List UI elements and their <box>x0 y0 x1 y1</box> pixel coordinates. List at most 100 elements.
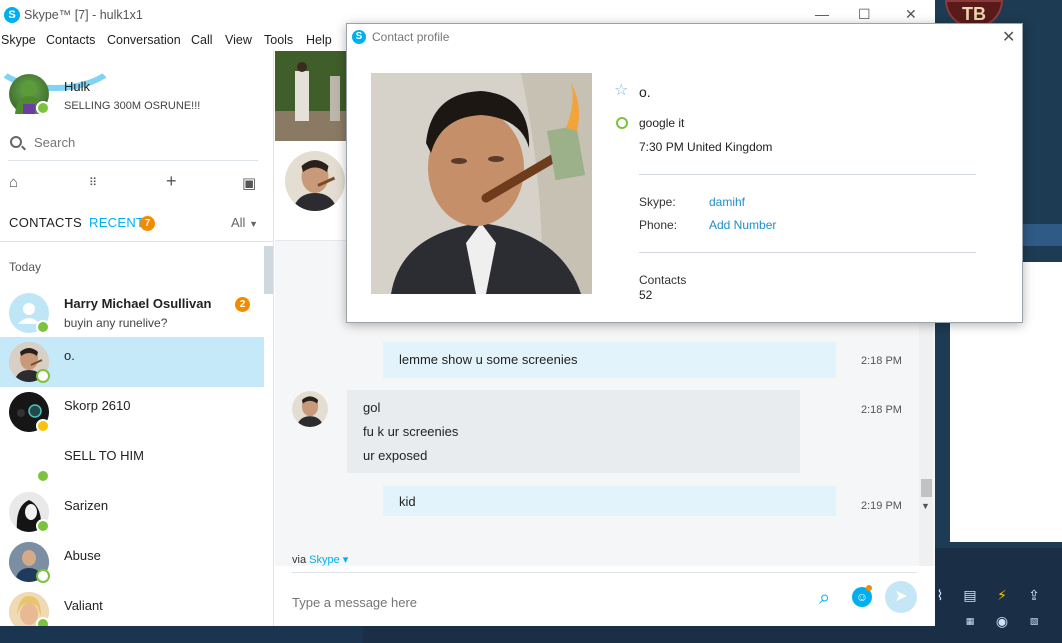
profile-mood-message: google it <box>639 116 685 130</box>
contact-list-scrollbar[interactable] <box>264 246 273 294</box>
filter-dropdown[interactable]: All ▼ <box>231 215 258 230</box>
menu-tools[interactable]: Tools <box>264 33 293 47</box>
phone-label: Phone: <box>639 218 678 232</box>
status-online-icon <box>36 320 50 334</box>
maximize-button[interactable]: ☐ <box>858 6 871 23</box>
message-timestamp: 2:19 PM <box>861 500 902 512</box>
message-text: lemme show u some screenies <box>399 352 578 367</box>
close-button[interactable]: ✕ <box>905 6 917 23</box>
tray-eye-icon[interactable]: ◉ <box>993 612 1011 630</box>
message-timestamp: 2:18 PM <box>861 355 902 367</box>
message-timestamp: 2:18 PM <box>861 404 902 416</box>
message-bubble[interactable]: kid <box>383 486 836 516</box>
dialog-title: Contact profile <box>372 30 450 44</box>
via-label: via <box>292 554 307 566</box>
profile-display-name: o. <box>639 84 651 100</box>
contact-profile-photo <box>371 73 592 294</box>
chevron-down-icon: ▼ <box>249 219 258 229</box>
conversation-avatar[interactable] <box>285 151 345 211</box>
mood-status-icon <box>616 117 628 129</box>
contact-mood: buyin any runelive? <box>64 316 168 330</box>
tab-recent[interactable]: RECENT <box>89 215 144 230</box>
tray-css-icon[interactable]: ▦ <box>961 612 979 630</box>
contact-item-sarizen[interactable]: Sarizen <box>0 487 264 537</box>
contacts-count-value: 52 <box>639 288 653 302</box>
contact-name: Sarizen <box>64 498 109 513</box>
contact-item-valiant[interactable]: Valiant <box>0 587 264 626</box>
tray-upload-icon[interactable]: ⇪ <box>1025 586 1043 604</box>
contact-item-abuse[interactable]: Abuse <box>0 537 264 587</box>
system-tray: ⌇ ▤ ⚡ ⇪ ▦ ◉ ▧ <box>925 580 1062 643</box>
message-bubble[interactable]: lemme show u some screenies <box>383 342 836 378</box>
bot-icon[interactable]: ▣ <box>242 174 256 192</box>
profile-status-icon <box>36 101 50 115</box>
via-skype-selector[interactable]: via Skype ▾ <box>292 553 348 566</box>
tray-lightning-icon[interactable]: ⚡ <box>993 586 1011 604</box>
contact-name: SELL TO HIM <box>64 448 144 463</box>
paperclip-icon[interactable]: ⌕ <box>819 587 830 610</box>
message-bubble[interactable]: gol fu k ur screenies ur exposed <box>347 390 800 473</box>
contact-name: Abuse <box>64 548 101 563</box>
message-text: gol <box>363 400 381 415</box>
emoticon-icon[interactable]: ☺ <box>852 585 872 607</box>
message-input[interactable] <box>292 592 792 612</box>
tab-contacts[interactable]: CONTACTS <box>9 215 82 230</box>
menu-conversation[interactable]: Conversation <box>107 33 181 47</box>
scroll-down-icon[interactable]: ▼ <box>921 501 930 511</box>
status-online-icon <box>36 469 50 483</box>
contact-name: Harry Michael Osullivan <box>64 296 212 311</box>
contact-profile-dialog: S Contact profile ✕ ☆ o. google it 7:30 … <box>346 23 1023 323</box>
home-icon[interactable]: ⌂ <box>9 174 18 191</box>
contact-name: Skorp 2610 <box>64 398 131 413</box>
contact-item-skorp[interactable]: Skorp 2610 <box>0 387 264 437</box>
plus-icon[interactable]: + <box>166 171 177 192</box>
add-number-link[interactable]: Add Number <box>709 218 776 232</box>
contacts-count-label: Contacts <box>639 273 687 287</box>
dialpad-icon[interactable]: ⠿ <box>89 176 97 189</box>
tray-html-icon[interactable]: ▧ <box>1025 612 1043 630</box>
menu-view[interactable]: View <box>225 33 252 47</box>
status-online-icon <box>36 519 50 533</box>
tabs-divider <box>0 241 274 242</box>
search-underline <box>8 160 258 161</box>
minimize-button[interactable]: — <box>815 6 829 22</box>
send-arrow-icon: ➤ <box>894 588 908 605</box>
compose-divider <box>292 572 917 573</box>
search-input[interactable] <box>34 131 259 153</box>
tray-window-icon[interactable]: ▤ <box>961 586 979 604</box>
header-cover-photo <box>275 51 347 141</box>
status-away-icon <box>36 419 50 433</box>
skype-id-link[interactable]: damihf <box>709 195 745 209</box>
message-text: fu k ur screenies <box>363 424 459 439</box>
close-icon[interactable]: ✕ <box>1002 27 1015 47</box>
scroll-thumb[interactable] <box>921 479 932 497</box>
message-text: kid <box>399 494 416 509</box>
profile-divider <box>639 252 976 253</box>
contact-item-harry[interactable]: Harry Michael Osullivan buyin any runeli… <box>0 288 264 338</box>
status-online-icon <box>36 617 50 626</box>
sender-avatar[interactable] <box>292 391 328 427</box>
message-text: ur exposed <box>363 448 428 463</box>
contact-tabs: CONTACTS RECENT 7 All ▼ <box>0 213 274 235</box>
unread-badge: 2 <box>235 297 250 312</box>
contact-name: Valiant <box>64 598 103 613</box>
via-link[interactable]: Skype ▾ <box>309 554 348 566</box>
filter-label: All <box>231 215 246 230</box>
profile-divider <box>639 174 976 175</box>
contact-name: o. <box>64 348 75 363</box>
skype-id-label: Skype: <box>639 195 676 209</box>
menu-help[interactable]: Help <box>306 33 332 47</box>
left-pane: Hulk SELLING 300M OSRUNE!!! ⌂ ⠿ + ▣ CONT… <box>0 51 274 626</box>
window-title: Skype™ [7] - hulk1x1 <box>24 8 143 22</box>
contact-item-o[interactable]: o. <box>0 337 264 387</box>
profile-mood[interactable]: SELLING 300M OSRUNE!!! <box>64 100 200 112</box>
skype-logo-icon: S <box>4 7 20 23</box>
status-offline-icon <box>36 369 50 383</box>
section-header-today: Today <box>9 260 42 274</box>
favorite-star-icon[interactable]: ☆ <box>614 80 628 100</box>
skype-logo-icon: S <box>352 30 366 44</box>
contact-item-sell-to-him[interactable]: SELL TO HIM <box>0 437 264 487</box>
send-button[interactable]: ➤ <box>885 581 917 613</box>
menu-call[interactable]: Call <box>191 33 213 47</box>
profile-name[interactable]: Hulk <box>64 79 90 94</box>
